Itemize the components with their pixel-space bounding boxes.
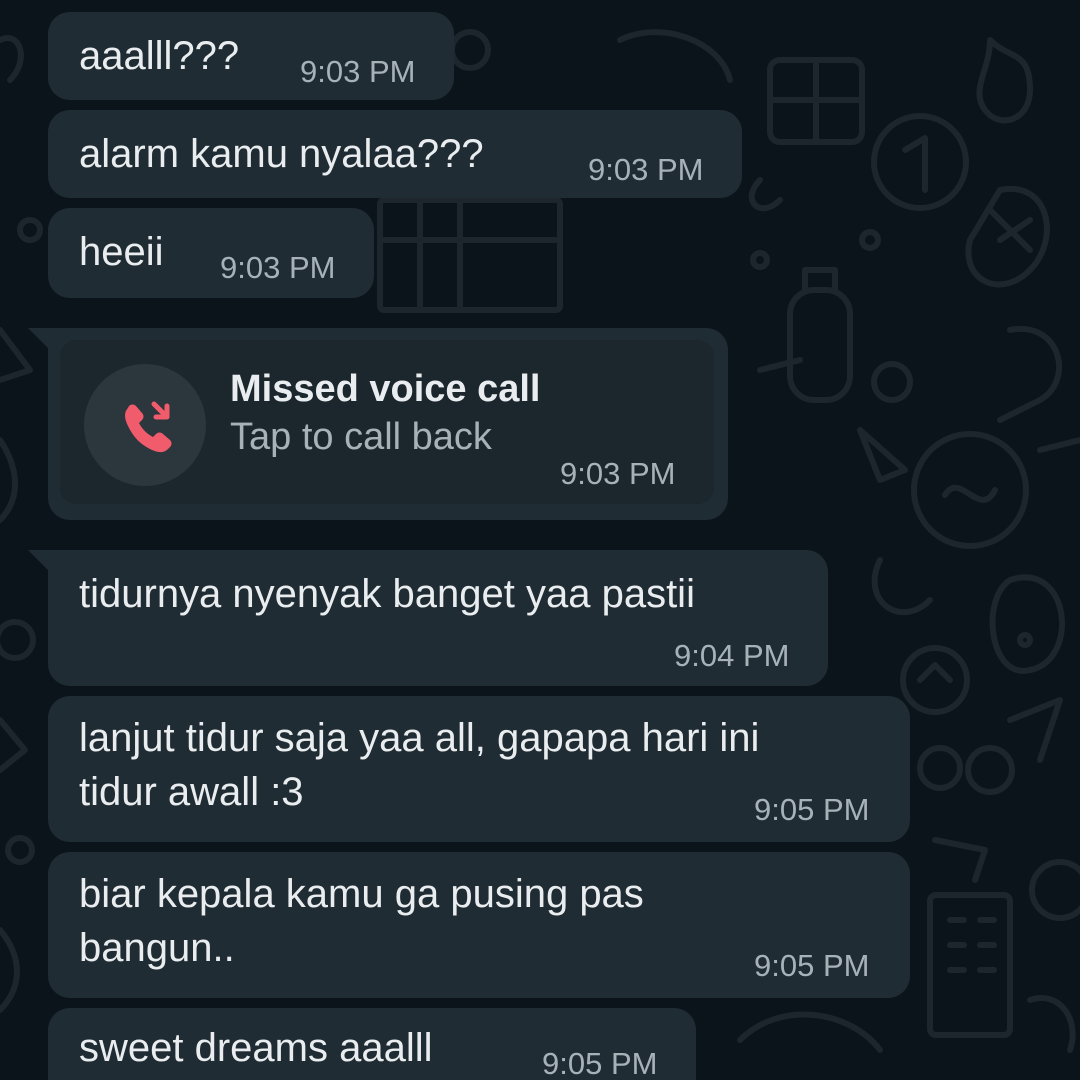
missed-call-icon: [84, 364, 206, 486]
bubble-tail: [28, 328, 50, 350]
message-bubble[interactable]: sweet dreams aaalll 9:05 PM: [48, 1008, 696, 1080]
bubble-tail: [28, 550, 50, 572]
missed-call-bubble[interactable]: Missed voice call Tap to call back 9:03 …: [28, 328, 728, 520]
message-bubble[interactable]: biar kepala kamu ga pusing pas bangun.. …: [48, 852, 910, 998]
message-timestamp: 9:03 PM: [588, 152, 704, 187]
message-text: sweet dreams aaalll: [79, 1026, 433, 1070]
message-timestamp: 9:05 PM: [754, 792, 870, 827]
message-bubble[interactable]: lanjut tidur saja yaa all, gapapa hari i…: [48, 696, 910, 842]
message-text-line: lanjut tidur saja yaa all, gapapa hari i…: [79, 716, 760, 760]
message-timestamp: 9:04 PM: [674, 638, 790, 673]
message-timestamp: 9:03 PM: [300, 54, 416, 89]
call-back-hint: Tap to call back: [230, 416, 492, 458]
missed-call-card[interactable]: Missed voice call Tap to call back 9:03 …: [60, 340, 714, 504]
message-text: heeii: [79, 230, 164, 274]
message-text-line: tidur awall :3: [79, 770, 304, 814]
missed-call-title: Missed voice call: [230, 368, 541, 410]
message-text-line: biar kepala kamu ga pusing pas: [79, 872, 644, 916]
message-timestamp: 9:05 PM: [754, 948, 870, 983]
message-text-line: bangun..: [79, 926, 235, 970]
chat-view[interactable]: aaalll??? 9:03 PM alarm kamu nyalaa??? 9…: [0, 0, 1080, 1080]
message-timestamp: 9:03 PM: [220, 250, 336, 285]
message-bubble[interactable]: aaalll??? 9:03 PM: [48, 12, 454, 100]
message-bubble[interactable]: heeii 9:03 PM: [48, 208, 374, 298]
message-timestamp: 9:05 PM: [542, 1046, 658, 1080]
message-bubble[interactable]: tidurnya nyenyak banget yaa pastii 9:04 …: [28, 550, 828, 686]
message-bubble[interactable]: alarm kamu nyalaa??? 9:03 PM: [48, 110, 742, 198]
message-text: tidurnya nyenyak banget yaa pastii: [79, 572, 695, 616]
message-text: alarm kamu nyalaa???: [79, 132, 484, 176]
message-text: aaalll???: [79, 34, 240, 78]
message-timestamp: 9:03 PM: [560, 456, 676, 491]
